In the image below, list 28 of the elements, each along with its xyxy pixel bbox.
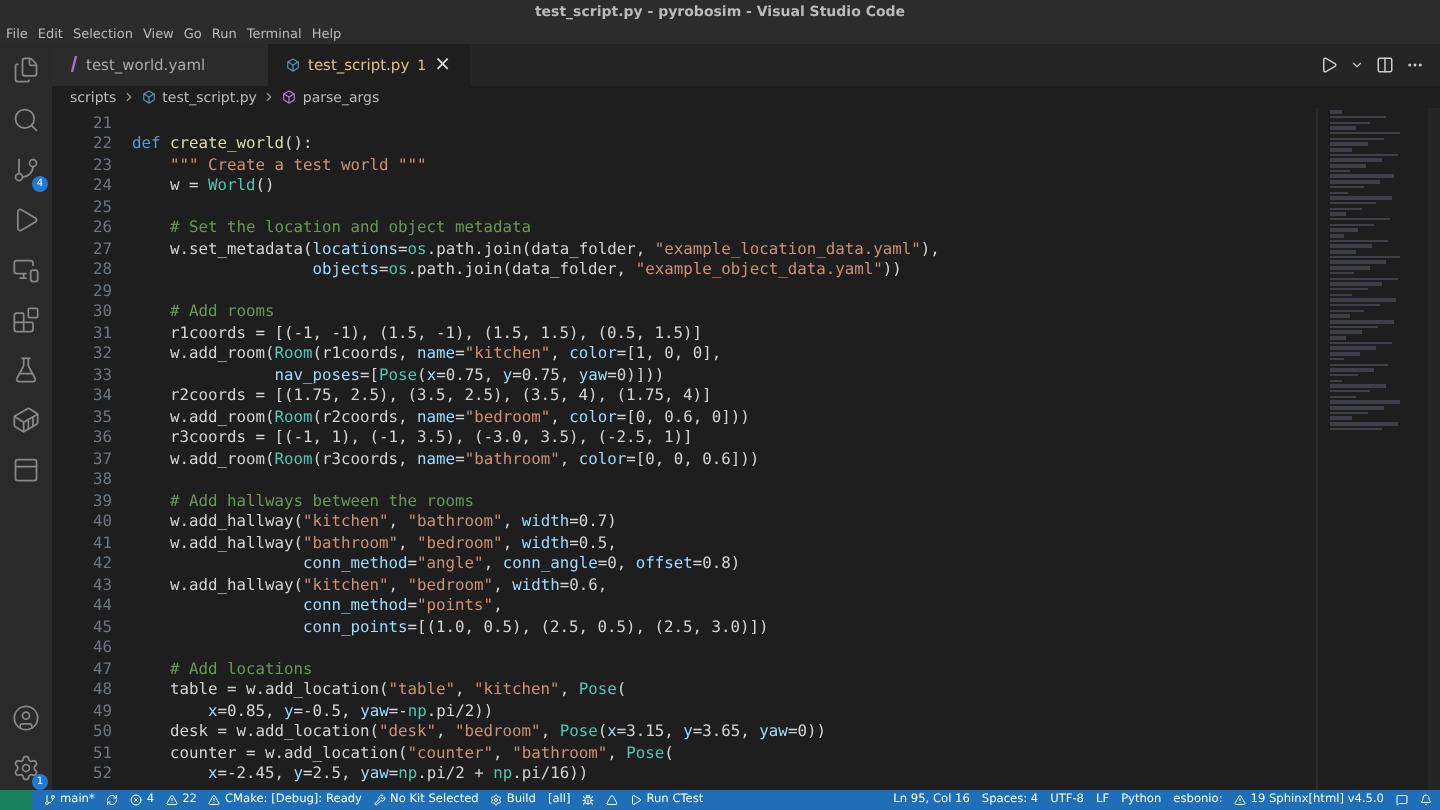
bell-icon[interactable] (1420, 794, 1432, 806)
python-file-icon (286, 58, 300, 72)
search-icon[interactable] (12, 106, 40, 134)
feedback-icon[interactable] (1396, 794, 1408, 806)
warnings-icon (166, 794, 179, 806)
warnings-icon (1234, 794, 1247, 806)
close-icon[interactable]: × (434, 54, 451, 76)
cube-icon (282, 90, 297, 104)
files-icon[interactable] (12, 56, 40, 84)
scrollbar[interactable] (1428, 108, 1440, 790)
split-editor-icon (1376, 56, 1394, 74)
panel-icon[interactable] (12, 456, 40, 484)
yaml-file-icon (70, 55, 78, 75)
branch-icon (44, 794, 56, 806)
run-icon (1320, 56, 1338, 74)
run-icon[interactable] (12, 206, 40, 234)
bug-icon[interactable] (582, 794, 595, 806)
account-icon[interactable] (12, 704, 40, 732)
remote-icon[interactable] (12, 256, 40, 284)
caret-icon (1350, 58, 1364, 72)
python-file-icon (142, 90, 157, 104)
extensions-icon[interactable] (12, 306, 40, 334)
sync-icon[interactable] (106, 794, 119, 806)
ctest-icon (630, 794, 643, 806)
errors-icon (130, 794, 143, 806)
test-icon[interactable] (12, 356, 40, 384)
chevron-icon (262, 90, 277, 104)
chevron-icon (122, 90, 137, 104)
